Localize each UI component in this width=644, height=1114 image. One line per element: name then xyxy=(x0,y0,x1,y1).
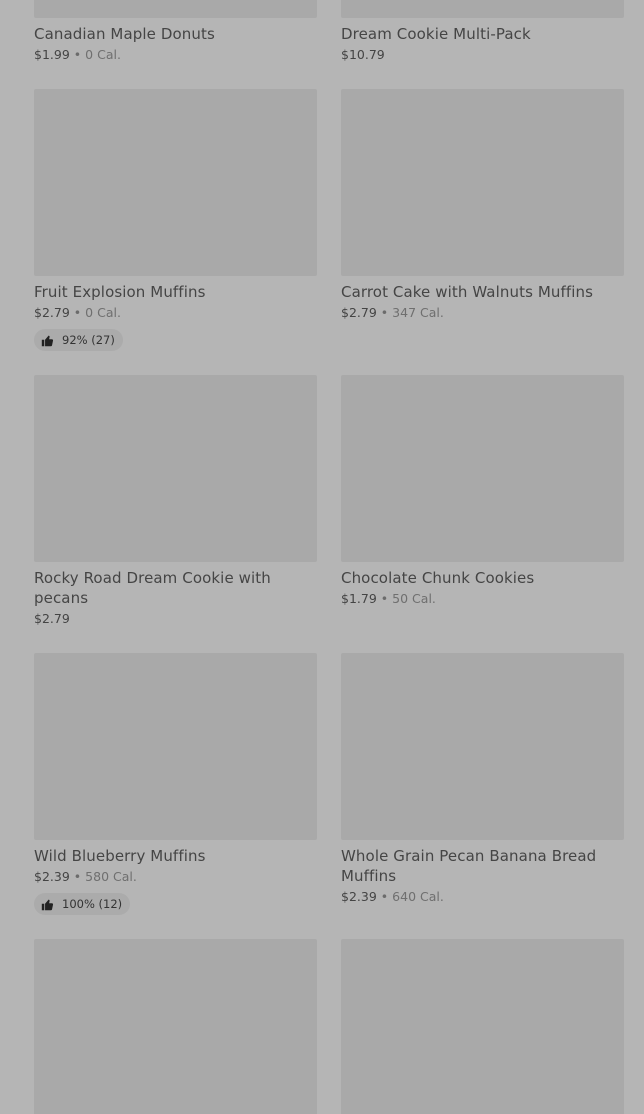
item-meta: $2.79 • 0 Cal. xyxy=(34,304,317,322)
separator-dot: • xyxy=(380,889,389,904)
item-image xyxy=(341,939,624,1114)
item-price: $10.79 xyxy=(341,47,385,62)
item-meta: $2.79 xyxy=(34,610,317,628)
item-meta: $10.79 xyxy=(341,46,624,64)
rating-text: 92% (27) xyxy=(62,333,115,347)
item-image xyxy=(34,939,317,1114)
item-meta: $2.79 • 347 Cal. xyxy=(341,304,624,322)
item-name: Rocky Road Dream Cookie with pecans xyxy=(34,569,271,607)
menu-item-card[interactable]: Wild Blueberry Muffins $2.39 • 580 Cal. 10… xyxy=(34,653,317,915)
menu-item-card[interactable]: Rocky Road Dream Cookie with pecans $2.7… xyxy=(34,375,317,628)
separator-dot: • xyxy=(380,305,389,320)
menu-grid: Canadian Maple Donuts $1.99 • 0 Cal. Dream… xyxy=(0,0,644,1114)
item-meta: $2.39 • 640 Cal. xyxy=(341,888,624,906)
separator-dot: • xyxy=(380,591,389,606)
item-calories: 640 Cal. xyxy=(392,889,444,904)
item-calories: 347 Cal. xyxy=(392,305,444,320)
menu-item-card[interactable]: Canadian Maple Donuts $1.99 • 0 Cal. xyxy=(34,0,317,64)
item-price: $2.79 xyxy=(34,305,70,320)
item-price: $2.79 xyxy=(34,611,70,626)
thumbs-up-icon xyxy=(41,335,54,346)
item-calories: 580 Cal. xyxy=(85,869,137,884)
item-meta: $2.39 • 580 Cal. xyxy=(34,868,317,886)
thumbs-up-icon xyxy=(41,899,54,910)
item-image xyxy=(34,375,317,562)
item-image xyxy=(341,0,624,18)
rating-text: 100% (12) xyxy=(62,897,123,911)
item-price: $2.39 xyxy=(341,889,377,904)
item-calories: 0 Cal. xyxy=(85,305,121,320)
menu-item-card[interactable] xyxy=(341,939,624,1114)
menu-item-card[interactable]: Fruit Explosion Muffins $2.79 • 0 Cal. 92%… xyxy=(34,89,317,351)
item-image xyxy=(34,89,317,276)
item-calories: 50 Cal. xyxy=(392,591,436,606)
item-price: $2.39 xyxy=(34,869,70,884)
item-price: $2.79 xyxy=(341,305,377,320)
item-image xyxy=(341,653,624,840)
item-name: Whole Grain Pecan Banana Bread Muffins xyxy=(341,847,597,885)
separator-dot: • xyxy=(73,47,82,62)
item-name: Wild Blueberry Muffins xyxy=(34,847,206,865)
item-name: Chocolate Chunk Cookies xyxy=(341,569,535,587)
separator-dot: • xyxy=(73,305,82,320)
item-calories: 0 Cal. xyxy=(85,47,121,62)
item-price: $1.99 xyxy=(34,47,70,62)
menu-item-card[interactable]: Carrot Cake with Walnuts Muffins $2.79 • 3… xyxy=(341,89,624,322)
rating-badge: 92% (27) xyxy=(34,329,123,351)
item-name: Dream Cookie Multi-Pack xyxy=(341,25,531,43)
item-meta: $1.99 • 0 Cal. xyxy=(34,46,317,64)
menu-item-card[interactable] xyxy=(34,939,317,1114)
item-image xyxy=(341,375,624,562)
item-name: Carrot Cake with Walnuts Muffins xyxy=(341,283,594,301)
menu-item-card[interactable]: Chocolate Chunk Cookies $1.79 • 50 Cal. xyxy=(341,375,624,608)
rating-badge: 100% (12) xyxy=(34,893,131,915)
item-image xyxy=(341,89,624,276)
item-meta: $1.79 • 50 Cal. xyxy=(341,590,624,608)
item-price: $1.79 xyxy=(341,591,377,606)
item-name: Fruit Explosion Muffins xyxy=(34,283,206,301)
menu-item-card[interactable]: Dream Cookie Multi-Pack $10.79 xyxy=(341,0,624,64)
menu-item-card[interactable]: Whole Grain Pecan Banana Bread Muffins $… xyxy=(341,653,624,906)
item-image xyxy=(34,653,317,840)
separator-dot: • xyxy=(73,869,82,884)
item-image xyxy=(34,0,317,18)
item-name: Canadian Maple Donuts xyxy=(34,25,215,43)
